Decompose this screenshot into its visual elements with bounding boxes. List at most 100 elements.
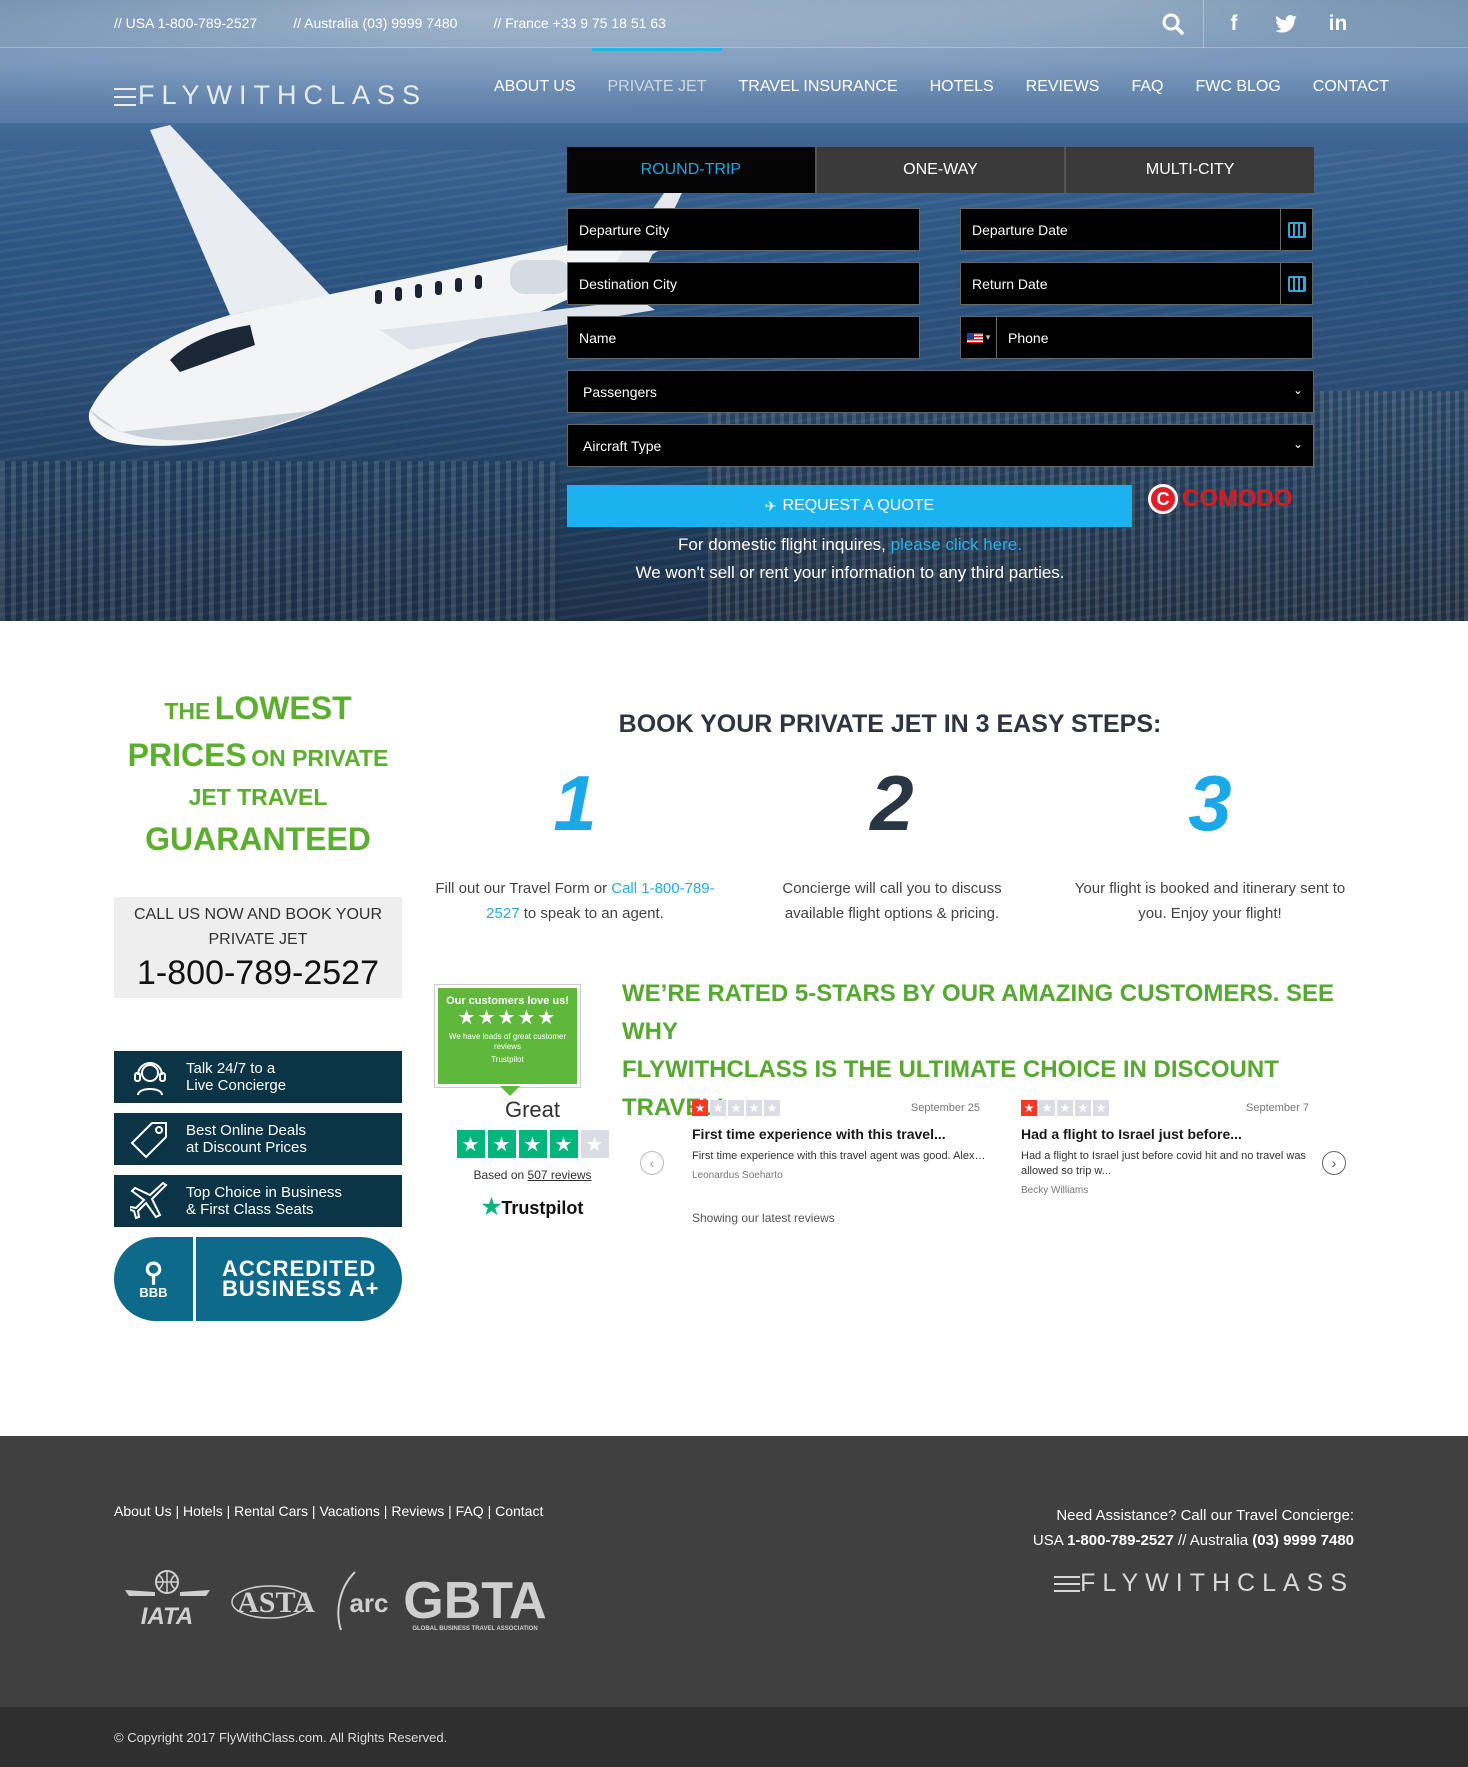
footer-logo[interactable]: FLYWITHCLASS [1054, 1569, 1354, 1598]
name-input[interactable]: Name [567, 316, 920, 359]
perk-best-deals[interactable]: Best Online Deals at Discount Prices [114, 1113, 402, 1165]
bbb-accredited-badge[interactable]: ⚲ BBB ACCREDITED BUSINESS A+ [114, 1237, 402, 1321]
return-date-input[interactable]: Return Date [960, 262, 1313, 305]
trustpilot-logo[interactable]: ★Trustpilot [450, 1194, 615, 1220]
showing-latest-text: Showing our latest reviews [692, 1211, 835, 1225]
contact-phones: // USA 1-800-789-2527 // Australia (03) … [114, 15, 666, 31]
nav-reviews[interactable]: REVIEWS [1026, 78, 1100, 96]
review-count-link[interactable]: 507 reviews [528, 1168, 592, 1182]
gbta-caption: GLOBAL BUSINESS TRAVEL ASSOCIATION [412, 1626, 537, 1632]
footer-link-faq[interactable]: FAQ [456, 1503, 484, 1519]
badge-stars: ★★★★★ [457, 1007, 558, 1029]
departure-city-input[interactable]: Departure City [567, 208, 920, 251]
trustpilot-stars: ★ ★ ★ ★ ★ [450, 1130, 615, 1158]
tab-one-way[interactable]: ONE-WAY [816, 147, 1067, 193]
bbb-torch-icon: ⚲ [143, 1256, 164, 1287]
phone-france[interactable]: // France +33 9 75 18 51 63 [493, 15, 665, 31]
headset-icon [114, 1057, 186, 1097]
footer-link-about[interactable]: About Us [114, 1503, 172, 1519]
facebook-icon[interactable]: f [1208, 10, 1260, 38]
perk-live-concierge[interactable]: Talk 24/7 to a Live Concierge [114, 1051, 402, 1103]
request-quote-label: REQUEST A QUOTE [782, 497, 935, 514]
step-2: 2 Concierge will call you to discuss ava… [752, 759, 1032, 926]
phone-usa[interactable]: // USA 1-800-789-2527 [114, 15, 257, 31]
destination-city-placeholder: Destination City [579, 275, 678, 292]
plane-icon: ✈ [764, 497, 777, 514]
review-card[interactable]: ★ ★ ★ ★ ★ September 7 Had a flight to Israel… [1021, 1100, 1321, 1196]
destination-city-input[interactable]: Destination City [567, 262, 920, 305]
calendar-icon[interactable] [1280, 263, 1312, 304]
australia-label: Australia [1189, 1532, 1249, 1549]
chevron-down-icon: ⌄ [1292, 437, 1303, 451]
star-icon: ★ [518, 1130, 547, 1158]
call-label-2: PRIVATE JET [208, 931, 308, 948]
phone-australia[interactable]: // Australia (03) 9999 7480 [293, 15, 457, 31]
nav-travel-insurance[interactable]: TRAVEL INSURANCE [738, 78, 897, 96]
return-date-placeholder: Return Date [972, 275, 1048, 292]
nav-fwc-blog[interactable]: FWC BLOG [1195, 78, 1280, 96]
promo-word-lowest: LOWEST [214, 690, 352, 726]
arc-logo: arc [333, 1568, 395, 1637]
star-icon: ★ [728, 1100, 744, 1116]
nav-faq[interactable]: FAQ [1131, 78, 1163, 96]
hero-section: // USA 1-800-789-2527 // Australia (03) … [0, 0, 1468, 621]
search-icon[interactable] [1147, 10, 1199, 38]
phone-input[interactable]: ▾ Phone [960, 316, 1313, 359]
copyright-text: © Copyright 2017 FlyWithClass.com. All R… [114, 1730, 448, 1745]
step-text: Fill out our Travel Form or [435, 880, 612, 897]
step-text: to speak to an agent. [519, 905, 664, 922]
name-placeholder: Name [579, 329, 617, 346]
step-number: 2 [870, 759, 914, 847]
nav-private-jet[interactable]: PRIVATE JET [591, 48, 723, 96]
phone-placeholder: Phone [1008, 329, 1049, 346]
nav-contact[interactable]: CONTACT [1313, 78, 1389, 96]
footer-australia-phone[interactable]: (03) 9999 7480 [1252, 1532, 1354, 1549]
footer-link-vacations[interactable]: Vacations [319, 1503, 379, 1519]
bbb-line: BUSINESS A+ [222, 1276, 380, 1301]
perk-top-choice[interactable]: Top Choice in Business & First Class Seat… [114, 1175, 402, 1227]
call-phone-number[interactable]: 1-800-789-2527 [114, 954, 402, 993]
site-logo[interactable]: FLYWITHCLASS [114, 80, 427, 111]
departure-date-input[interactable]: Departure Date [960, 208, 1313, 251]
prev-review-button[interactable]: ‹ [640, 1151, 664, 1175]
departure-date-placeholder: Departure Date [972, 221, 1068, 238]
iata-logo: IATA [125, 1568, 210, 1633]
review-title: First time experience with this travel..… [692, 1126, 946, 1142]
footer-link-contact[interactable]: Contact [495, 1503, 543, 1519]
passengers-select[interactable]: Passengers ⌄ [567, 370, 1314, 413]
footer-link-rental-cars[interactable]: Rental Cars [234, 1503, 308, 1519]
step-description: Concierge will call you to discuss avail… [782, 880, 1002, 922]
footer-link-hotels[interactable]: Hotels [183, 1503, 223, 1519]
promo-guaranteed: GUARANTEED [145, 821, 371, 857]
gbta-logo: GBTA GLOBAL BUSINESS TRAVEL ASSOCIATION [403, 1572, 546, 1638]
footer-link-reviews[interactable]: Reviews [391, 1503, 444, 1519]
nav-hotels[interactable]: HOTELS [930, 78, 994, 96]
footer-usa-phone[interactable]: 1-800-789-2527 [1067, 1532, 1174, 1549]
calendar-icon[interactable] [1280, 209, 1312, 250]
review-author: Leonardus Soeharto [692, 1170, 783, 1181]
gbta-text: GBTA [405, 1573, 545, 1630]
step-3: 3 Your flight is booked and itinerary se… [1070, 764, 1350, 926]
bbb-logo-text: BBB [139, 1284, 168, 1300]
tab-round-trip[interactable]: ROUND-TRIP [567, 147, 817, 193]
plane-icon [114, 1181, 186, 1221]
perk-line: & First Class Seats [186, 1201, 314, 1218]
review-date: September 7 [1246, 1102, 1309, 1114]
domestic-link[interactable]: please click here. [891, 535, 1022, 554]
next-review-button[interactable]: › [1322, 1151, 1346, 1175]
review-card[interactable]: ★ ★ ★ ★ ★ September 25 First time experience… [692, 1100, 992, 1181]
perk-line: Talk 24/7 to a [186, 1060, 276, 1077]
city-background-left [0, 461, 560, 621]
request-quote-button[interactable]: ✈ REQUEST A QUOTE [567, 485, 1132, 527]
nav-about-us[interactable]: ABOUT US [494, 78, 576, 96]
social-icons: f in [1147, 0, 1364, 48]
rated-line: WE’RE RATED 5-STARS BY OUR AMAZING CUSTO… [622, 980, 1335, 1045]
twitter-icon[interactable] [1260, 10, 1312, 38]
flight-quote-form: ROUND-TRIP ONE-WAY MULTI-CITY Departure … [567, 147, 1315, 467]
us-flag-icon[interactable]: ▾ [961, 317, 997, 358]
star-icon: ★ [692, 1100, 708, 1116]
linkedin-icon[interactable]: in [1312, 10, 1364, 38]
review-title: Had a flight to Israel just before... [1021, 1126, 1242, 1142]
tab-multi-city[interactable]: MULTI-CITY [1066, 147, 1315, 193]
aircraft-type-select[interactable]: Aircraft Type ⌄ [567, 424, 1314, 467]
